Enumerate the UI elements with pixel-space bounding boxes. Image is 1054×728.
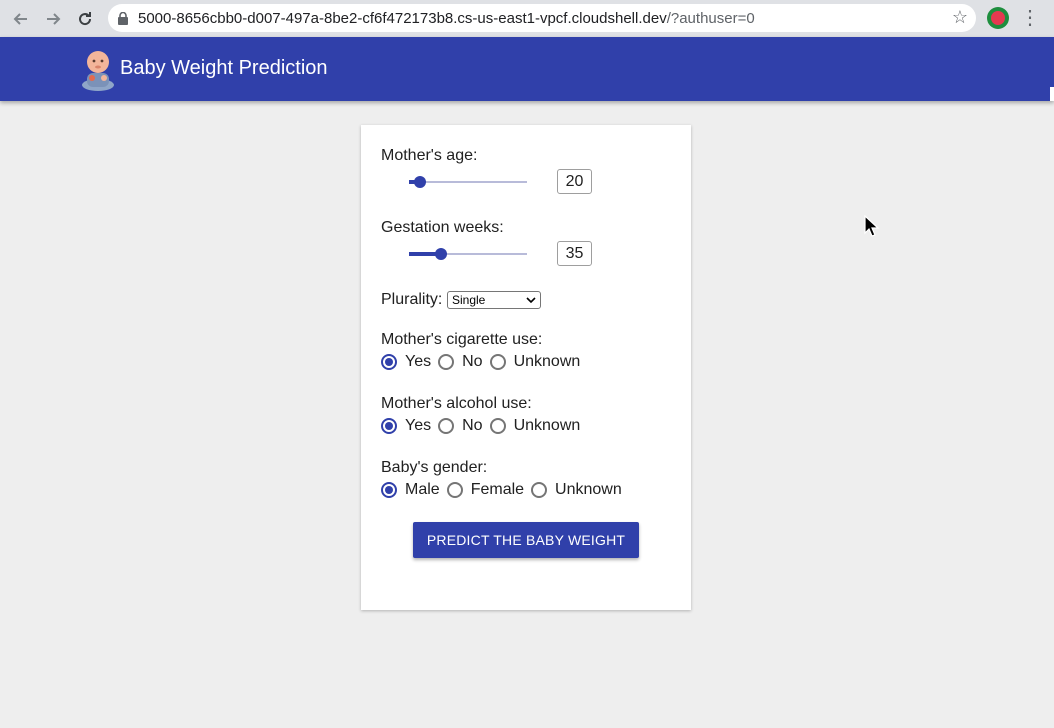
url-host: 5000-8656cbb0-d007-497a-8be2-cf6f472173b… xyxy=(138,9,667,27)
radio-button-unknown[interactable] xyxy=(489,418,506,434)
radio-button-no[interactable] xyxy=(438,354,455,370)
gestation-weeks-label: Gestation weeks: xyxy=(381,219,504,236)
radio-label-female: Female xyxy=(470,481,525,498)
gestation-weeks-slider[interactable] xyxy=(409,244,527,264)
reload-icon[interactable] xyxy=(70,4,100,34)
radio-button-unknown[interactable] xyxy=(489,354,506,370)
plurality-selected-value: Single xyxy=(452,293,486,307)
address-bar[interactable]: 5000-8656cbb0-d007-497a-8be2-cf6f472173b… xyxy=(108,4,976,32)
cigarette-use-radio-group: Yes No Unknown xyxy=(381,352,587,372)
mother-age-label: Mother's age: xyxy=(381,147,478,164)
plurality-label: Plurality: xyxy=(381,291,443,308)
browser-toolbar: 5000-8656cbb0-d007-497a-8be2-cf6f472173b… xyxy=(0,0,1054,37)
profile-icon[interactable] xyxy=(987,7,1009,29)
radio-label-unknown: Unknown xyxy=(513,353,581,370)
radio-label-yes: Yes xyxy=(405,417,432,434)
radio-button-male[interactable] xyxy=(381,482,397,498)
radio-option-female[interactable]: Female xyxy=(446,481,531,499)
baby-gender-radio-group: Male Female Unknown xyxy=(381,480,629,500)
radio-option-no[interactable]: No xyxy=(438,353,489,371)
radio-option-unknown[interactable]: Unknown xyxy=(489,353,588,371)
alcohol-use-label: Mother's alcohol use: xyxy=(381,395,532,412)
radio-label-yes: Yes xyxy=(405,353,432,370)
mother-age-input[interactable]: 20 xyxy=(557,169,592,194)
browser-menu-icon[interactable]: ⋮ xyxy=(1020,6,1040,30)
plurality-select[interactable]: Single xyxy=(447,291,541,309)
back-icon[interactable] xyxy=(6,4,36,34)
radio-option-yes[interactable]: Yes xyxy=(381,417,438,435)
bookmark-star-icon[interactable]: ☆ xyxy=(952,7,968,28)
scrollbar[interactable] xyxy=(1050,87,1054,101)
radio-option-unknown[interactable]: Unknown xyxy=(489,417,588,435)
radio-label-unknown: Unknown xyxy=(513,417,581,434)
predict-button[interactable]: PREDICT THE BABY WEIGHT xyxy=(413,522,639,558)
radio-button-no[interactable] xyxy=(438,418,455,434)
mother-age-slider[interactable] xyxy=(409,172,527,192)
radio-label-no: No xyxy=(462,353,483,370)
radio-option-unknown[interactable]: Unknown xyxy=(531,481,629,499)
cigarette-use-label: Mother's cigarette use: xyxy=(381,331,543,348)
chevron-down-icon xyxy=(526,292,536,311)
radio-label-male: Male xyxy=(405,481,440,498)
radio-option-male[interactable]: Male xyxy=(381,481,447,499)
baby-gender-label: Baby's gender: xyxy=(381,459,488,476)
radio-option-no[interactable]: No xyxy=(438,417,489,435)
radio-option-yes[interactable]: Yes xyxy=(381,353,438,371)
app-bar: Baby Weight Prediction xyxy=(0,37,1054,101)
radio-button-yes[interactable] xyxy=(381,418,397,434)
mother-age-slider-thumb[interactable] xyxy=(413,176,426,188)
gestation-weeks-input[interactable]: 35 xyxy=(557,241,592,266)
radio-label-unknown: Unknown xyxy=(555,481,622,498)
app-title: Baby Weight Prediction xyxy=(120,57,328,79)
baby-logo-icon xyxy=(82,51,114,91)
prediction-form-card: Mother's age: 20 Gestation weeks: 35 Plu… xyxy=(361,125,691,610)
forward-icon[interactable] xyxy=(38,4,68,34)
radio-button-yes[interactable] xyxy=(381,354,397,370)
radio-label-no: No xyxy=(462,417,483,434)
mouse-cursor-icon xyxy=(864,215,880,237)
url-path: /?authuser=0 xyxy=(666,9,755,27)
gestation-weeks-slider-thumb[interactable] xyxy=(434,248,447,260)
radio-button-female[interactable] xyxy=(446,482,463,498)
lock-icon xyxy=(118,11,128,25)
radio-button-unknown[interactable] xyxy=(531,482,548,498)
alcohol-use-radio-group: Yes No Unknown xyxy=(381,416,587,436)
